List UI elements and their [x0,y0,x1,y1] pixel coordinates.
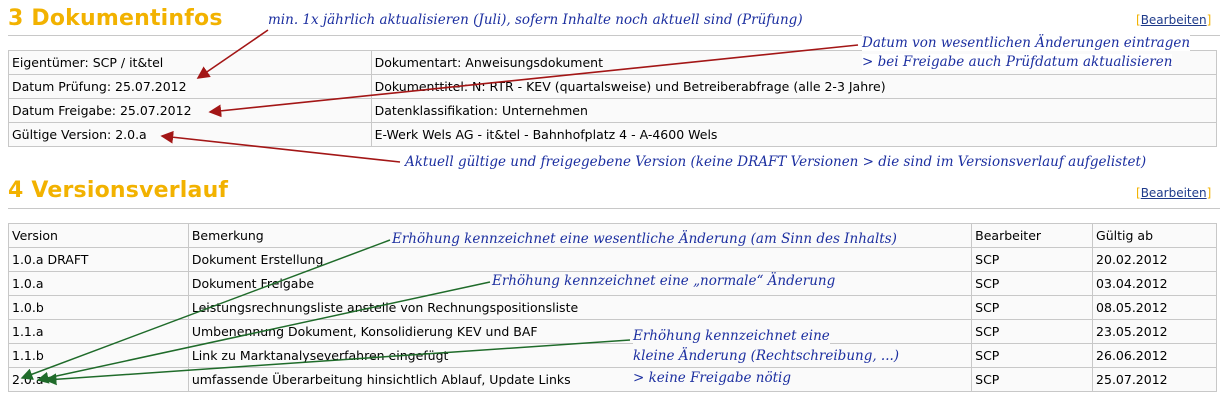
annotation-pruefung: min. 1x jährlich aktualisieren (Juli), s… [268,12,803,28]
annotation-wesentlich: Erhöhung kennzeichnet eine wesentliche Ä… [392,231,897,247]
annotation-datum-line1: Datum von wesentlichen Änderungen eintra… [862,35,1191,51]
arrow-wesentlich [20,239,391,380]
annotation-klein-line1: Erhöhung kennzeichnet eine [633,328,830,344]
arrow-version [160,130,401,163]
arrow-pruefung [196,29,269,79]
annotation-version: Aktuell gültige und freigegebene Version… [405,154,1147,170]
arrow-freigabe [208,44,859,118]
annotation-normal: Erhöhung kennzeichnet eine „normale“ Änd… [492,273,836,289]
annotation-klein-line3: > keine Freigabe nötig [633,370,792,386]
annotation-klein-line2: kleine Änderung (Rechtschreibung, ...) [633,348,900,364]
annotation-datum-line2: > bei Freigabe auch Prüfdatum aktualisie… [862,54,1173,70]
